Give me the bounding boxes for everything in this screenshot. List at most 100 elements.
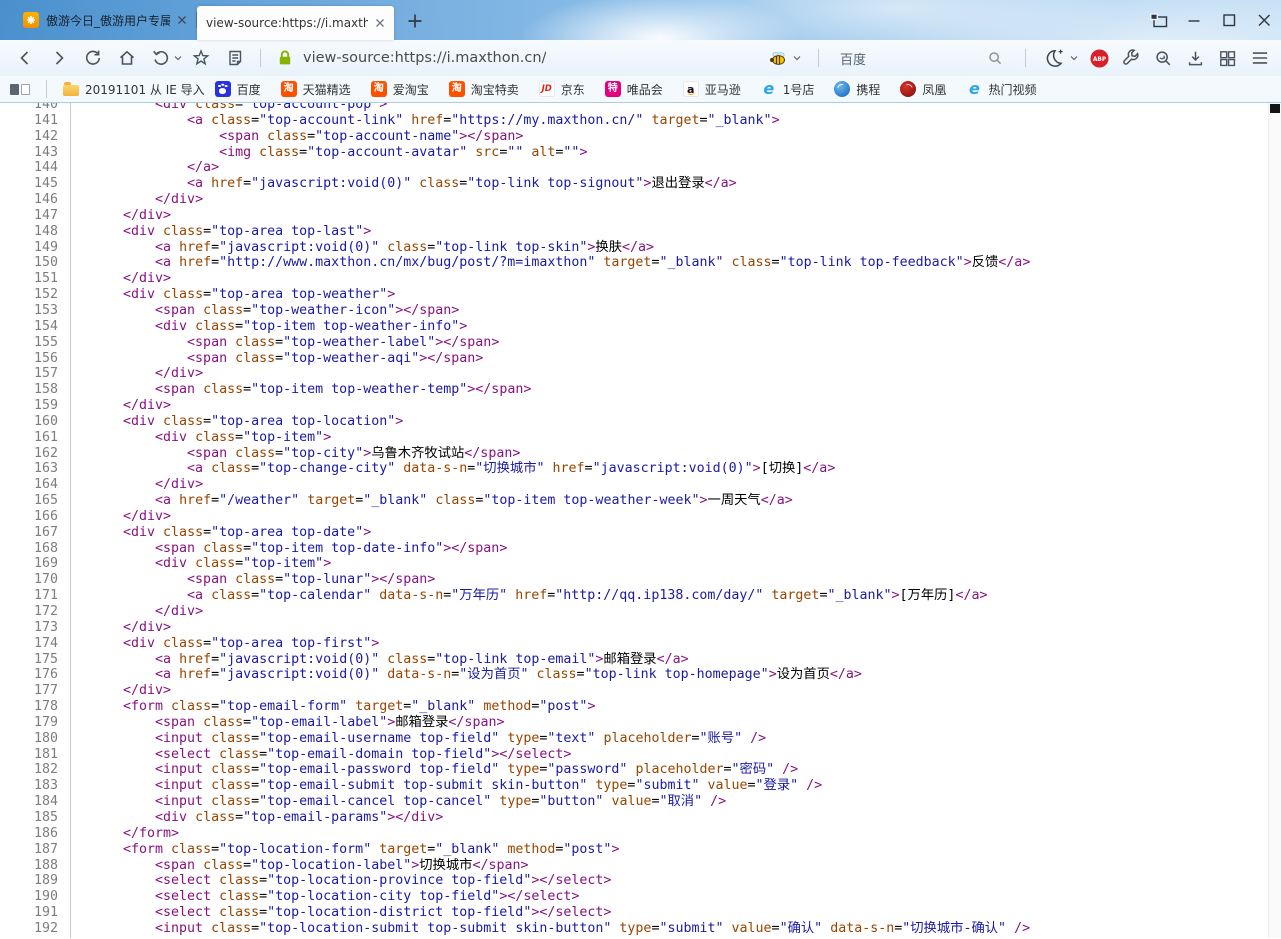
bee-dropdown-caret[interactable] <box>793 55 801 61</box>
bookmark-label: 携程 <box>856 81 880 98</box>
favorites-star-icon[interactable] <box>186 44 216 72</box>
bookmarks-panel-icon[interactable] <box>10 84 30 95</box>
source-line: 184 <input class="top-email-cancel top-c… <box>0 794 1281 810</box>
developer-wrench-icon[interactable] <box>1121 48 1142 69</box>
bookmark-label: 天猫精选 <box>303 81 351 98</box>
tab-close-icon[interactable] <box>375 18 385 28</box>
extensions-grid-icon[interactable] <box>1217 48 1238 69</box>
minimize-button[interactable] <box>1185 11 1203 29</box>
source-line: 153 <span class="top-weather-icon"></spa… <box>0 303 1281 319</box>
line-code: <div class="top-area top-weather"> <box>62 287 395 303</box>
line-number: 171 <box>0 588 62 604</box>
view-source-content: 140 <div class="top-account-pop">141 <a … <box>0 103 1281 938</box>
tab-close-icon[interactable] <box>177 15 187 25</box>
line-number: 145 <box>0 176 62 192</box>
line-code: <a href="http://www.maxthon.cn/mx/bug/po… <box>62 255 1030 271</box>
line-number: 184 <box>0 794 62 810</box>
amazon-icon: a <box>683 81 699 97</box>
tab-bar: 傲游今日_傲游用户专属的网 view-source:https://i.maxt… <box>0 0 1281 40</box>
new-tab-button[interactable] <box>406 12 424 30</box>
source-line: 185 <div class="top-email-params"></div> <box>0 810 1281 826</box>
search-engine-label[interactable]: 百度 <box>840 49 866 68</box>
line-code: <div class="top-area top-last"> <box>62 224 371 240</box>
adblock-abp-icon[interactable]: ABP <box>1089 48 1110 69</box>
undo-button[interactable] <box>146 44 176 72</box>
source-line: 168 <span class="top-item top-date-info"… <box>0 541 1281 557</box>
bookmark-item[interactable]: 凤凰 <box>900 81 946 98</box>
close-button[interactable] <box>1255 11 1273 29</box>
source-line: 146 </div> <box>0 192 1281 208</box>
line-code: <input class="top-email-submit top-submi… <box>62 778 822 794</box>
bookmark-label: 凤凰 <box>922 81 946 98</box>
source-line: 164 </div> <box>0 477 1281 493</box>
bee-sniffer-icon[interactable] <box>768 50 788 67</box>
reader-mode-icon[interactable] <box>220 44 250 72</box>
bookmark-label: 亚马逊 <box>705 81 741 98</box>
ctrip-icon <box>834 81 850 97</box>
reload-button[interactable] <box>78 44 108 72</box>
scrollbar-thumb[interactable] <box>1270 104 1280 113</box>
source-line: 159</div> <box>0 398 1281 414</box>
line-code: </div> <box>62 604 203 620</box>
bookmark-item[interactable]: 淘淘宝特卖 <box>449 81 519 98</box>
line-number: 160 <box>0 414 62 430</box>
bookmark-item[interactable]: 百度 <box>215 81 261 98</box>
search-icon[interactable] <box>986 49 1004 67</box>
night-mode-caret[interactable] <box>1070 55 1078 61</box>
line-code: <a href="/weather" target="_blank" class… <box>62 493 793 509</box>
line-code: <form class="top-email-form" target="_bl… <box>62 699 595 715</box>
bookmark-item[interactable]: e热门视频 <box>966 81 1036 98</box>
address-bar[interactable]: view-source:https://i.maxthon.cn/ <box>271 48 764 68</box>
menu-icon[interactable] <box>1249 47 1271 69</box>
line-code: </a> <box>62 160 219 176</box>
line-code: <div class="top-item top-weather-info"> <box>62 319 467 335</box>
line-code: <div class="top-account-pop"> <box>62 103 387 113</box>
bookmark-item[interactable]: 特唯品会 <box>605 81 663 98</box>
source-line: 165 <a href="/weather" target="_blank" c… <box>0 493 1281 509</box>
source-line: 172 </div> <box>0 604 1281 620</box>
line-number: 182 <box>0 762 62 778</box>
home-button[interactable] <box>112 44 142 72</box>
bookmark-item[interactable]: 淘天猫精选 <box>281 81 351 98</box>
line-number: 166 <box>0 509 62 525</box>
undo-dropdown-caret[interactable] <box>174 55 182 61</box>
source-line: 180 <input class="top-email-username top… <box>0 731 1281 747</box>
line-code: </div> <box>62 509 171 525</box>
line-number: 155 <box>0 335 62 351</box>
download-icon[interactable] <box>1185 48 1206 69</box>
bookmark-folder[interactable]: 20191101 从 IE 导入 <box>63 81 205 98</box>
search-box[interactable]: 百度 <box>836 49 1008 68</box>
maximize-button[interactable] <box>1220 11 1238 29</box>
line-code: </div> <box>62 271 171 287</box>
back-button[interactable] <box>10 44 40 72</box>
night-mode-icon[interactable] <box>1043 47 1065 69</box>
source-line: 169 <div class="top-item"> <box>0 556 1281 572</box>
svg-text:ABP: ABP <box>1093 56 1107 62</box>
tab-maxthon-today[interactable]: 傲游今日_傲游用户专属的网 <box>14 0 196 40</box>
forward-button[interactable] <box>44 44 74 72</box>
source-line: 166</div> <box>0 509 1281 525</box>
bookmark-item[interactable]: JD京东 <box>539 81 585 98</box>
line-code: <a href="javascript:void(0)" class="top-… <box>62 652 689 668</box>
bookmark-item[interactable]: 携程 <box>834 81 880 98</box>
url-text[interactable]: view-source:https://i.maxthon.cn/ <box>303 50 546 66</box>
line-code: <input class="top-email-cancel top-cance… <box>62 794 726 810</box>
bookmark-label: 京东 <box>561 81 585 98</box>
window-controls <box>1149 11 1273 30</box>
line-code: <input class="top-location-submit top-su… <box>62 921 1030 937</box>
line-number: 176 <box>0 667 62 683</box>
bookmark-item[interactable]: 淘爱淘宝 <box>371 81 429 98</box>
line-code: </div> <box>62 366 203 382</box>
source-line: 160<div class="top-area top-location"> <box>0 414 1281 430</box>
bookmark-label: 淘宝特卖 <box>471 81 519 98</box>
vertical-scrollbar[interactable] <box>1268 103 1281 938</box>
line-code: <select class="top-location-province top… <box>62 873 611 889</box>
bookmark-item[interactable]: e1号店 <box>761 81 815 98</box>
resource-sniffer-icon[interactable] <box>1153 48 1174 69</box>
toolbar-separator <box>818 49 819 67</box>
bookmark-item[interactable]: a 亚马逊 <box>683 81 741 98</box>
line-code: <span class="top-weather-aqi"></span> <box>62 351 483 367</box>
source-line: 161 <div class="top-item"> <box>0 430 1281 446</box>
tab-view-source[interactable]: view-source:https://i.maxtho <box>197 6 394 40</box>
split-view-icon[interactable] <box>1149 11 1168 30</box>
